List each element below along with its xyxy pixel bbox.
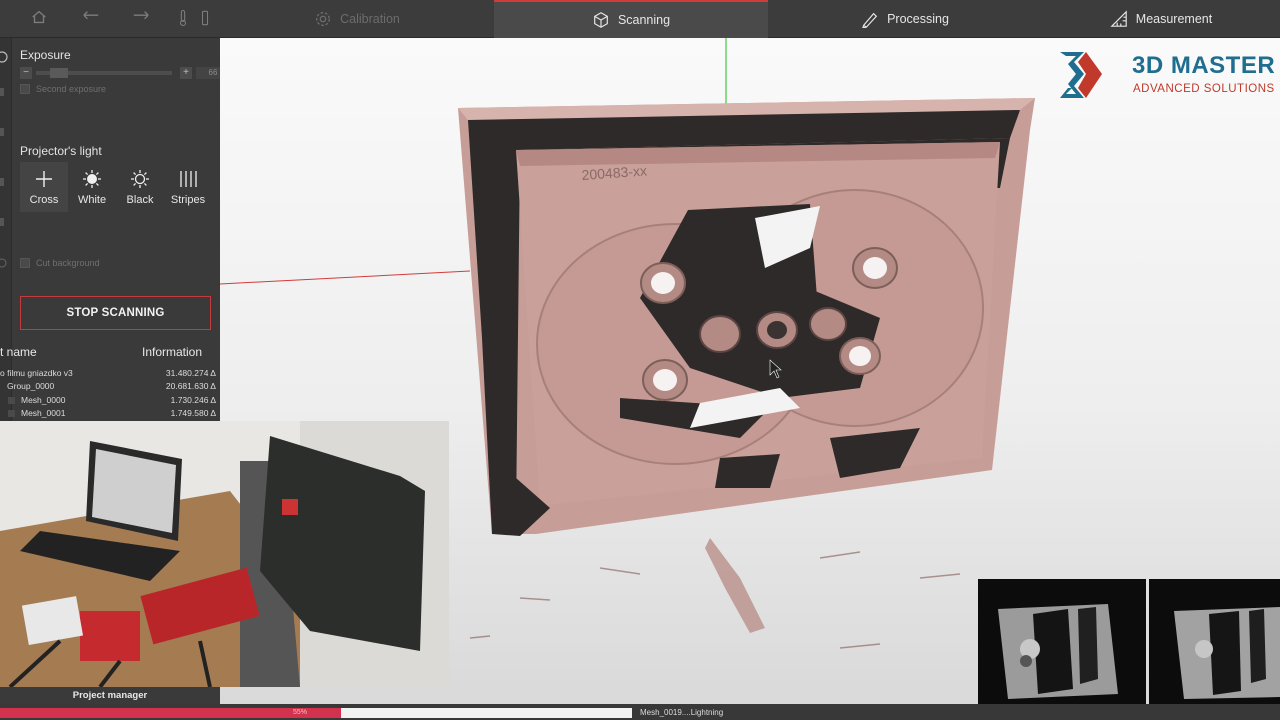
tree-row-name: Group_0000 <box>7 381 55 391</box>
projector-option-label: Cross <box>29 193 59 206</box>
sun-filled-icon <box>82 169 102 189</box>
sun-outline-icon <box>130 169 150 189</box>
redo-icon[interactable] <box>130 8 152 30</box>
projector-light-options: Cross White Black Stripes <box>20 162 212 212</box>
camera-preview-left <box>978 579 1146 706</box>
thermometer-icon <box>172 8 194 30</box>
exposure-decrease-button[interactable]: − <box>20 67 32 79</box>
tree-row-info: 1.730.246 Δ <box>170 395 216 405</box>
tree-row-info: 1.749.580 Δ <box>170 408 216 418</box>
projector-cross-button[interactable]: Cross <box>20 162 68 212</box>
home-icon[interactable] <box>28 8 50 30</box>
x-axis-line <box>220 270 471 285</box>
tab-label: Scanning <box>617 13 671 27</box>
undo-icon[interactable] <box>80 8 102 30</box>
scanning-settings-panel: Exposure − + 66 Second exposure Projecto… <box>0 38 230 421</box>
tree-row-info: 31.480.274 Δ <box>165 368 216 378</box>
exposure-slider[interactable]: − + 66 <box>20 67 230 79</box>
tree-row-name: o filmu gniazdko v3 <box>0 368 73 378</box>
projector-white-button[interactable]: White <box>68 162 116 212</box>
tree-row-name: Mesh_0001 <box>21 408 66 418</box>
tab-measurement[interactable]: Measurement <box>1042 0 1280 38</box>
tab-calibration: Calibration <box>220 0 494 38</box>
status-bar: 55% Mesh_0019....Lightning <box>0 704 1280 720</box>
mesh-visibility-checkbox[interactable] <box>8 397 15 404</box>
top-toolbar: Calibration Scanning Processing Measurem… <box>0 0 1280 38</box>
status-message: Mesh_0019....Lightning <box>640 708 724 717</box>
project-manager-tab[interactable]: Project manager <box>0 687 220 704</box>
socket-pin <box>809 307 847 341</box>
pencil-ruler-icon <box>862 12 878 28</box>
tree-row-project[interactable]: o filmu gniazdko v3 31.480.274 Δ <box>0 367 220 380</box>
camera-feed-image <box>0 421 449 687</box>
3d-master-logo-mark <box>1060 52 1102 98</box>
cut-background-label: Cut background <box>36 258 100 268</box>
stop-scanning-button[interactable]: STOP SCANNING <box>20 296 211 330</box>
battery-icon <box>194 8 216 30</box>
scan-progress-fill <box>0 708 341 718</box>
app-window: Calibration Scanning Processing Measurem… <box>0 0 1280 720</box>
logo-line2: ADVANCED SOLUTIONS <box>1133 83 1275 95</box>
scan-noise <box>705 538 765 633</box>
tree-row-mesh[interactable]: Mesh_0000 1.730.246 Δ <box>0 394 220 407</box>
tree-row-info: 20.681.630 Δ <box>165 381 216 391</box>
tree-row-mesh[interactable]: Mesh_0001 1.749.580 Δ <box>0 407 220 420</box>
cross-icon <box>34 169 54 189</box>
scan-progress-track <box>341 708 632 718</box>
gear-icon <box>316 12 331 26</box>
socket-pin <box>699 315 741 353</box>
exposure-increase-button[interactable]: + <box>180 67 192 79</box>
projector-option-label: Stripes <box>170 193 206 206</box>
tab-label: Calibration <box>340 12 400 26</box>
exposure-title: Exposure <box>20 48 71 62</box>
tab-processing[interactable]: Processing <box>768 0 1042 38</box>
3d-master-logo: 3D MASTER ADVANCED SOLUTIONS <box>1058 48 1278 102</box>
triangle-ruler-icon <box>1110 10 1127 27</box>
tab-label: Processing <box>887 12 949 26</box>
projector-option-label: White <box>77 193 107 206</box>
cube-icon <box>594 12 608 28</box>
camera-preview-right <box>1149 579 1280 706</box>
project-tree-header: t name Information <box>0 338 220 364</box>
second-exposure-option[interactable]: Second exposure <box>20 84 106 94</box>
projector-light-title: Projector's light <box>20 144 102 158</box>
scan-progress-text: 55% <box>293 709 308 716</box>
tree-row-group[interactable]: Group_0000 20.681.630 Δ <box>0 380 220 393</box>
second-exposure-label: Second exposure <box>36 84 107 94</box>
stripes-icon <box>178 169 198 189</box>
projector-stripes-button[interactable]: Stripes <box>164 162 212 212</box>
logo-line1: 3D MASTER <box>1132 52 1276 79</box>
tree-column-name[interactable]: t name <box>0 345 37 359</box>
exposure-thumb[interactable] <box>50 68 68 78</box>
second-exposure-checkbox[interactable] <box>20 84 30 94</box>
cut-background-option[interactable]: Cut background <box>20 258 100 268</box>
camera-feed-overlay <box>0 421 449 687</box>
tree-row-name: Mesh_0000 <box>21 395 66 405</box>
tab-label: Measurement <box>1135 12 1213 26</box>
tree-column-information[interactable]: Information <box>142 345 202 359</box>
projector-option-label: Black <box>126 193 154 206</box>
mesh-visibility-checkbox[interactable] <box>8 410 15 417</box>
projector-black-button[interactable]: Black <box>116 162 164 212</box>
cut-background-checkbox[interactable] <box>20 258 30 268</box>
tab-scanning[interactable]: Scanning <box>494 0 768 38</box>
